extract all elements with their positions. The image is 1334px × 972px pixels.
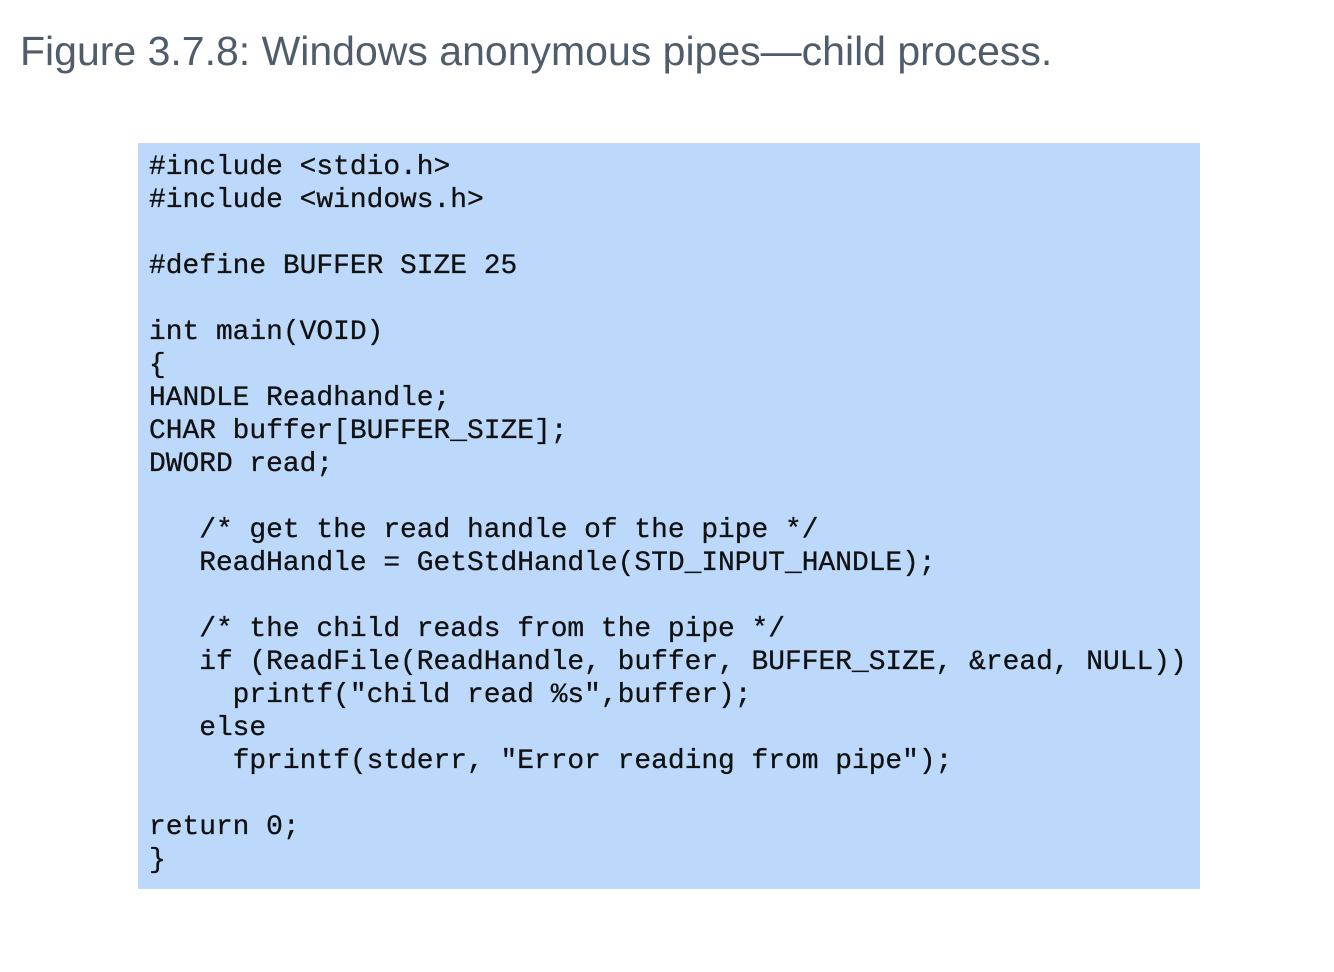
code-line-16: if (ReadFile(ReadHandle, buffer, BUFFER_… [149, 647, 1187, 678]
figure-caption: Figure 3.7.8: Windows anonymous pipes—ch… [20, 28, 1053, 74]
code-line-4: #define BUFFER SIZE 25 [149, 251, 518, 282]
code-line-19: fprintf(stderr, "Error reading from pipe… [149, 746, 953, 777]
code-line-10: DWORD read; [149, 449, 334, 480]
code-line-18: else [149, 713, 267, 744]
code-line-7: { [149, 350, 166, 381]
code-line-8: HANDLE Readhandle; [149, 383, 451, 414]
code-line-21: return 0; [149, 812, 300, 843]
code-line-13: ReadHandle = GetStdHandle(STD_INPUT_HAND… [149, 548, 936, 579]
code-line-17: printf("child read %s",buffer); [149, 680, 752, 711]
code-line-2: #include <windows.h> [149, 185, 484, 216]
code-line-1: #include <stdio.h> [149, 152, 451, 183]
code-line-22: } [149, 845, 166, 876]
code-line-6: int main(VOID) [149, 317, 384, 348]
code-line-15: /* the child reads from the pipe */ [149, 614, 786, 645]
code-line-12: /* get the read handle of the pipe */ [149, 515, 819, 546]
code-block: #include <stdio.h> #include <windows.h> … [138, 143, 1200, 889]
code-line-9: CHAR buffer[BUFFER_SIZE]; [149, 416, 568, 447]
